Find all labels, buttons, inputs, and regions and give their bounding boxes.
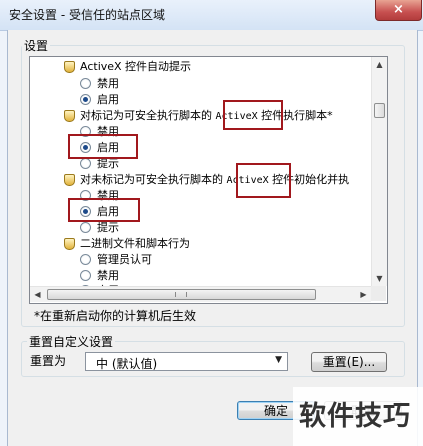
category-label: ActiveX 控件自动提示 [80, 60, 192, 73]
grip-icon [175, 292, 187, 297]
category-label: 二进制文件和脚本行为 [80, 237, 190, 250]
category-label-prefix: 对未标记为可安全执行脚本的 [80, 173, 227, 186]
option-label: 管理员认可 [97, 253, 152, 266]
shield-icon [64, 110, 75, 122]
option-label: 提示 [97, 221, 119, 234]
scroll-down-arrow-icon[interactable]: ▼ [372, 271, 387, 286]
close-button[interactable]: × [375, 0, 422, 21]
chevron-down-icon: ▼ [275, 355, 282, 365]
shield-icon [64, 174, 75, 186]
radio-button[interactable] [80, 94, 91, 105]
highlight-box [236, 163, 291, 198]
radio-button[interactable] [80, 158, 91, 169]
shield-icon [64, 238, 75, 250]
reset-button[interactable]: 重置(E)... [311, 352, 387, 372]
radio-button[interactable] [80, 254, 91, 265]
scroll-left-arrow-icon[interactable]: ◀ [30, 287, 45, 302]
window-title: 安全设置 - 受信任的站点区域 [9, 8, 165, 22]
radio-button[interactable] [80, 270, 91, 281]
restart-note: *在重新启动你的计算机后生效 [34, 309, 197, 323]
title-bar: 安全设置 - 受信任的站点区域 [0, 0, 423, 31]
scroll-up-arrow-icon[interactable]: ▲ [372, 57, 387, 72]
option-label: 启用 [97, 93, 119, 106]
category-label-prefix: 对标记为可安全执行脚本的 [80, 109, 216, 122]
scroll-right-arrow-icon[interactable]: ▶ [356, 287, 371, 302]
reset-to-label: 重置为 [30, 354, 67, 368]
watermark: 软件技巧 [299, 401, 411, 432]
settings-group-label: 设置 [22, 37, 51, 54]
reset-level-select[interactable]: 中 (默认值) ▼ [85, 352, 288, 371]
highlight-box [68, 134, 138, 159]
radio-button[interactable] [80, 78, 91, 89]
scroll-thumb[interactable] [47, 289, 316, 300]
reset-group-label: 重置自定义设置 [27, 333, 116, 350]
scroll-thumb[interactable] [374, 103, 385, 118]
option-label: 禁用 [97, 77, 119, 90]
settings-list[interactable]: ActiveX 控件自动提示 禁用 启用 对标记为可安全执行脚本的 Active… [29, 56, 388, 304]
shield-icon [64, 61, 75, 73]
highlight-box [68, 198, 140, 222]
vertical-scrollbar[interactable]: ▲ ▼ [371, 57, 387, 286]
highlight-box [223, 100, 283, 130]
reset-select-value: 中 (默认值) [96, 357, 158, 371]
horizontal-scrollbar[interactable]: ◀ ▶ [30, 286, 371, 302]
option-label: 禁用 [97, 269, 119, 282]
scrollbar-corner [371, 286, 386, 301]
radio-button[interactable] [80, 222, 91, 233]
